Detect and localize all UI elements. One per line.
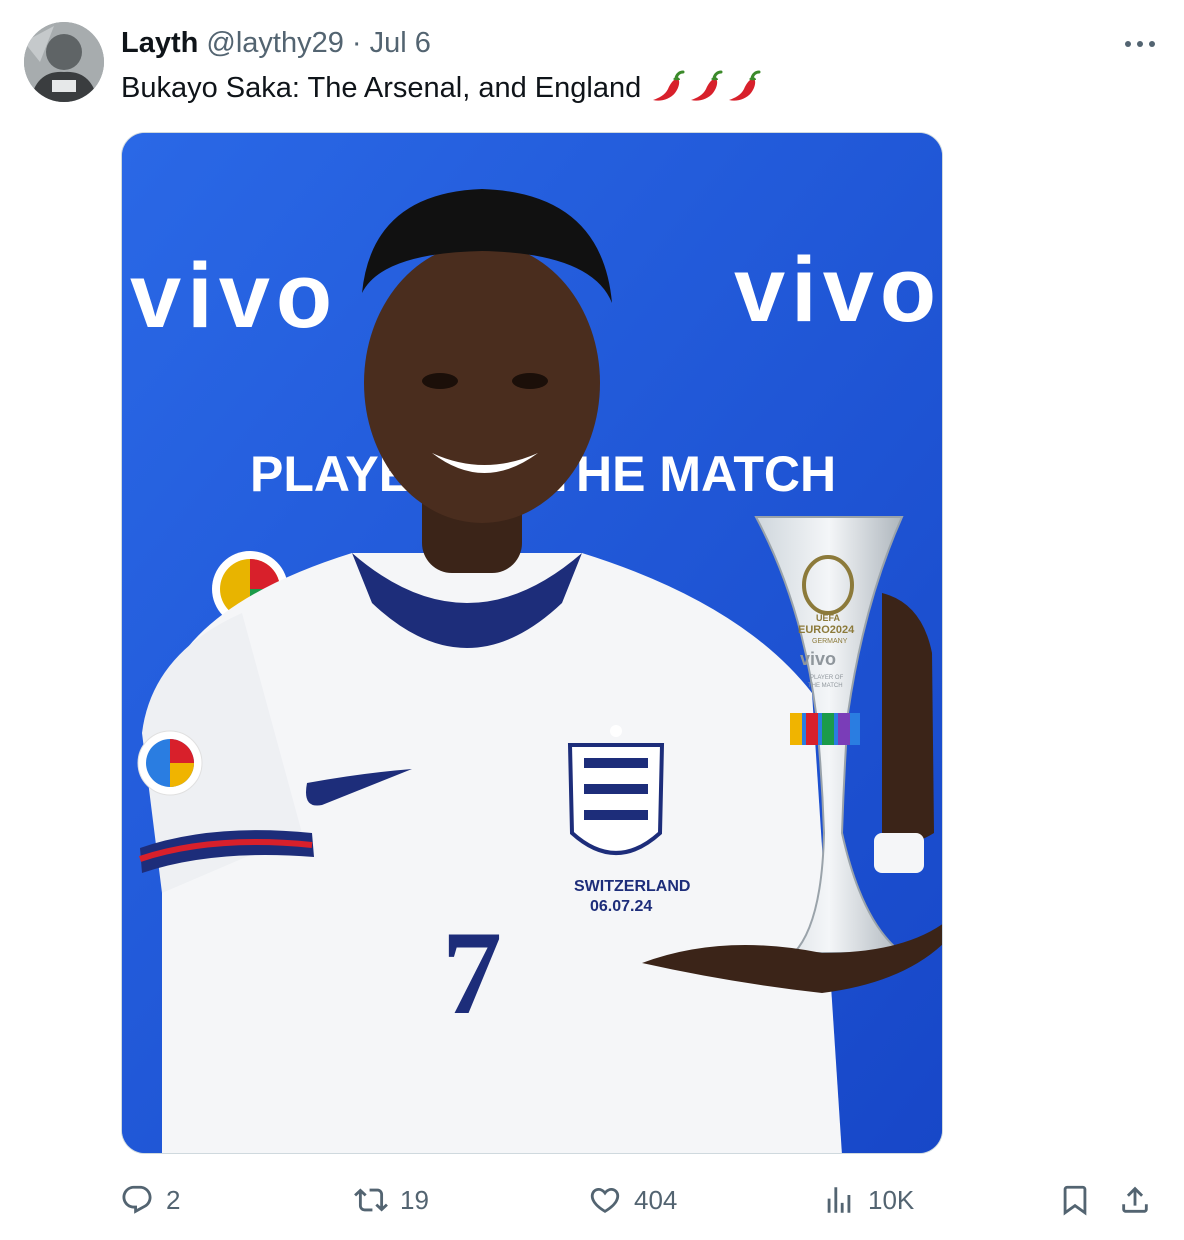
repost-count: 19 — [400, 1184, 429, 1215]
trophy-text-euro: EURO2024 — [798, 624, 855, 636]
trophy-text-uefa: UEFA — [816, 613, 841, 623]
shirt-text-date: 06.07.24 — [590, 898, 652, 915]
views-button[interactable]: 10K — [822, 1178, 914, 1222]
user-handle[interactable]: @laythy29 — [206, 27, 343, 59]
share-icon — [1122, 1186, 1148, 1213]
more-icon — [1125, 41, 1155, 47]
emoji-row — [649, 70, 761, 106]
tweet-text: Bukayo Saka: The Arsenal, and England — [121, 72, 642, 104]
bookmark-button[interactable] — [1058, 1178, 1092, 1222]
repost-button[interactable]: 19 — [354, 1178, 429, 1222]
tweet-photo[interactable]: vivo vivo PLAYER OF THE MATCH SWITZERLAN… — [121, 132, 943, 1154]
trophy-text-award-2: THE MATCH — [808, 683, 843, 689]
tweet-header: Layth @laythy29 · Jul 6 — [121, 26, 431, 60]
shirt-number: 7 — [442, 906, 502, 1039]
shirt-text-opponent: SWITZERLAND — [574, 878, 690, 895]
like-icon — [590, 1187, 620, 1213]
reply-icon — [122, 1185, 152, 1214]
reply-count: 2 — [166, 1184, 181, 1215]
trophy-text-host: GERMANY — [812, 638, 848, 645]
bookmark-icon — [1063, 1185, 1087, 1216]
backdrop-brand-left: vivo — [130, 245, 338, 347]
hot-pepper-icon — [653, 70, 685, 101]
separator-dot: · — [351, 27, 362, 59]
like-button[interactable]: 404 — [588, 1178, 677, 1222]
tweet-actions: 2 19 404 10K — [0, 1178, 1184, 1222]
hot-pepper-icon — [691, 70, 723, 101]
share-button[interactable] — [1118, 1178, 1152, 1222]
views-count: 10K — [868, 1184, 915, 1215]
views-icon — [827, 1187, 851, 1213]
repost-icon — [354, 1188, 388, 1212]
hot-pepper-icon — [729, 70, 761, 101]
reply-button[interactable]: 2 — [120, 1178, 180, 1222]
trophy-text-award-1: PLAYER OF — [810, 675, 844, 681]
more-button[interactable] — [1120, 26, 1160, 62]
like-count: 404 — [634, 1184, 678, 1215]
display-name[interactable]: Layth — [121, 27, 198, 59]
backdrop-brand-right: vivo — [734, 239, 942, 341]
trophy-text-brand: vivo — [800, 649, 836, 669]
tweet-text-container: Bukayo Saka: The Arsenal, and England — [121, 70, 761, 106]
avatar[interactable] — [24, 22, 104, 102]
timestamp[interactable]: Jul 6 — [370, 27, 431, 59]
